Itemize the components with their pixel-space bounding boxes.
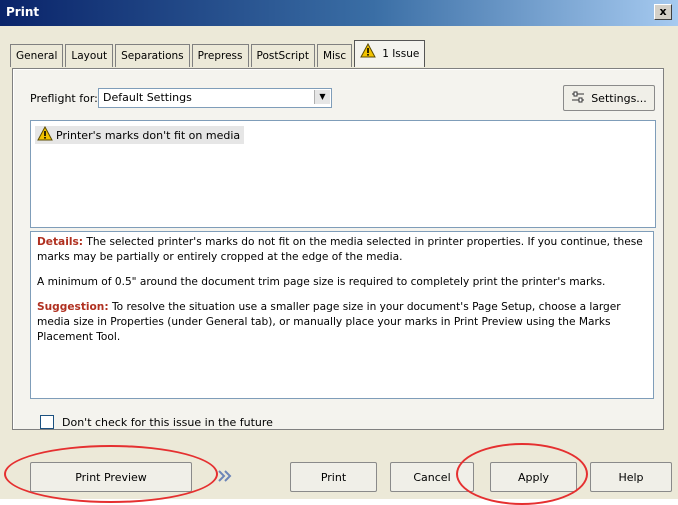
double-chevron-right-icon[interactable] [216, 468, 234, 484]
tab-bar: General Layout Separations Prepress Post… [10, 40, 427, 68]
list-item[interactable]: Printer's marks don't fit on media [35, 125, 245, 144]
warning-icon [37, 125, 53, 144]
settings-sliders-icon [571, 91, 585, 106]
details-box: Details: The selected printer's marks do… [30, 231, 654, 399]
dont-check-row[interactable]: Don't check for this issue in the future [40, 415, 273, 429]
suggestion-keyword: Suggestion: [37, 301, 109, 313]
tab-separations[interactable]: Separations [115, 44, 190, 67]
preflight-select[interactable]: Default Settings ▼ [98, 88, 332, 108]
settings-button[interactable]: Settings... [563, 85, 655, 111]
cancel-button[interactable]: Cancel [390, 462, 474, 492]
title-bar: Print x [0, 0, 678, 26]
preflight-label: Preflight for: [30, 92, 98, 105]
warning-icon [360, 42, 377, 66]
details-keyword: Details: [37, 236, 83, 248]
settings-button-label: Settings... [591, 91, 647, 105]
tab-postscript[interactable]: PostScript [250, 44, 315, 67]
print-preview-button[interactable]: Print Preview [30, 462, 192, 492]
print-dialog: Print x General Layout Separations Prepr… [0, 0, 678, 505]
chevron-down-icon[interactable]: ▼ [314, 90, 330, 104]
tab-layout[interactable]: Layout [65, 44, 114, 67]
tab-misc[interactable]: Misc [316, 44, 353, 67]
tab-issues-label: 1 Issue [382, 48, 420, 60]
dont-check-label: Don't check for this issue in the future [62, 415, 273, 429]
details-text: The selected printer's marks do not fit … [37, 236, 643, 263]
close-button[interactable]: x [654, 4, 672, 20]
details-paragraph: Details: The selected printer's marks do… [37, 235, 647, 265]
preflight-select-value: Default Settings [103, 91, 192, 104]
suggestion-text: To resolve the situation use a smaller p… [37, 301, 621, 343]
window-title: Print [6, 5, 40, 19]
dont-check-checkbox[interactable] [40, 415, 54, 429]
print-button[interactable]: Print [290, 462, 377, 492]
apply-button[interactable]: Apply [490, 462, 577, 492]
minimum-paragraph: A minimum of 0.5" around the document tr… [37, 276, 606, 288]
suggestion-paragraph: Suggestion: To resolve the situation use… [37, 300, 647, 345]
tab-general[interactable]: General [10, 44, 64, 67]
issue-label: Printer's marks don't fit on media [56, 128, 241, 142]
tab-issues[interactable]: 1 Issue [354, 40, 426, 67]
help-button[interactable]: Help [590, 462, 672, 492]
tab-prepress[interactable]: Prepress [191, 44, 249, 67]
issues-list[interactable]: Printer's marks don't fit on media [30, 120, 656, 228]
